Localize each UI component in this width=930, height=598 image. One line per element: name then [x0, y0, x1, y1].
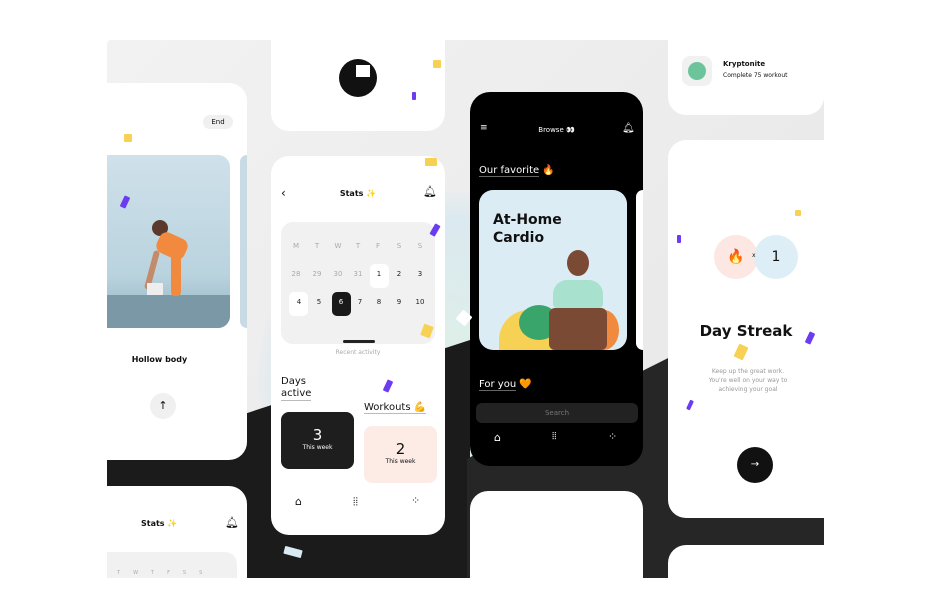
bell-icon[interactable]: 🔔︎: [622, 123, 635, 134]
calendar-day[interactable]: 8: [370, 298, 388, 306]
calendar-day[interactable]: 3: [411, 270, 429, 278]
calendar-day-selected[interactable]: 6: [332, 298, 350, 306]
count-circle: 1: [754, 235, 798, 279]
weekday: W: [334, 242, 342, 250]
home-icon[interactable]: ⌂: [494, 431, 501, 444]
streak-screen: 🔥 1 x Day Streak Keep up the great work.…: [668, 140, 824, 518]
stats-preview-screen: Stats ✨ 🔔︎ TWTFSS: [107, 486, 247, 578]
for-you-heading: For you 🧡: [479, 379, 532, 391]
achievement-subtitle: Complete 75 workout: [723, 72, 788, 79]
browse-title: Browse 👀: [538, 126, 575, 134]
calendar-day[interactable]: 1: [370, 270, 388, 278]
calendar-day[interactable]: 29: [308, 270, 326, 278]
workouts-card[interactable]: 2 This week: [364, 426, 437, 483]
arrow-right-icon: →: [750, 459, 760, 470]
weekdays-row: TWTFSS: [117, 570, 216, 576]
confetti-screen: [470, 491, 643, 578]
workouts-title: Workouts 💪: [364, 402, 427, 414]
card-title: At-Home: [493, 212, 562, 228]
weekday: S: [396, 242, 402, 250]
calendar-day[interactable]: 7: [351, 298, 369, 306]
calendar-day[interactable]: 9: [390, 298, 408, 306]
exercise-name: Hollow body: [131, 355, 188, 364]
our-favorite-heading: Our favorite 🔥: [479, 165, 555, 177]
calendar-day[interactable]: 31: [349, 270, 367, 278]
days-active-title: Days active: [281, 376, 312, 401]
multiplier: x: [752, 252, 756, 259]
stats-screen: ‹ Stats ✨ 🔔︎ M T W T F S S 28 29 30 31 1…: [271, 156, 445, 535]
weekday: T: [314, 242, 320, 250]
recent-activity-label: Recent activity: [335, 349, 381, 356]
exercise-photo: [107, 155, 230, 328]
calendar-day[interactable]: 4: [290, 298, 308, 306]
calendar-day[interactable]: 5: [310, 298, 328, 306]
stats-title: Stats ✨: [339, 189, 377, 198]
next-button[interactable]: →: [737, 447, 773, 483]
calendar-day[interactable]: 28: [287, 270, 305, 278]
timer-screen: [271, 40, 445, 131]
browse-screen: ≡ Browse 👀 🔔︎ Our favorite 🔥 At-Home Car…: [470, 92, 643, 466]
stats-title: Stats ✨: [141, 519, 178, 528]
calendar: M T W T F S S 28 29 30 31 1 2 3 4 5 6 7 …: [281, 222, 435, 344]
end-button[interactable]: End: [203, 115, 233, 129]
kryptonite-badge-icon: [682, 56, 712, 86]
card-title: Cardio: [493, 230, 545, 246]
timer-button[interactable]: [339, 59, 377, 97]
days-active-card[interactable]: 3 This week: [281, 412, 354, 469]
grid-icon[interactable]: ⁘: [411, 494, 420, 507]
calendar-day[interactable]: 10: [411, 298, 429, 306]
streak-title: Day Streak: [699, 322, 793, 340]
up-button[interactable]: ↑: [150, 393, 176, 419]
weekday: T: [355, 242, 361, 250]
activity-icon[interactable]: ⦙⦙: [353, 495, 358, 509]
workout-card-at-home-cardio[interactable]: At-Home Cardio: [479, 190, 627, 350]
home-icon[interactable]: ⌂: [295, 495, 302, 508]
calendar-day[interactable]: 30: [329, 270, 347, 278]
weekday: M: [292, 242, 300, 250]
drag-handle[interactable]: [343, 340, 375, 343]
bottom-right-card: [668, 545, 824, 578]
page: End Hollow body ↑ ‹ Stats ✨ 🔔︎ M T W T F…: [0, 0, 930, 598]
bell-icon[interactable]: 🔔︎: [225, 516, 239, 529]
bottom-nav: ⌂ ⦙⦙ ⁘: [271, 491, 445, 515]
weekday: S: [417, 242, 423, 250]
grid-icon[interactable]: ⁘: [608, 430, 617, 443]
search-input[interactable]: Search: [476, 403, 638, 423]
achievement-title: Kryptonite: [723, 60, 766, 68]
calendar-day[interactable]: 2: [390, 270, 408, 278]
arrow-up-icon: ↑: [158, 399, 168, 412]
bell-icon[interactable]: 🔔︎: [423, 185, 437, 198]
weekday: F: [375, 242, 381, 250]
activity-icon[interactable]: ⦙⦙: [552, 431, 556, 442]
achievement-card[interactable]: Kryptonite Complete 75 workout: [668, 40, 824, 115]
next-photo-edge: [240, 155, 247, 328]
streak-message: Keep up the great work. You're well on y…: [708, 368, 788, 393]
